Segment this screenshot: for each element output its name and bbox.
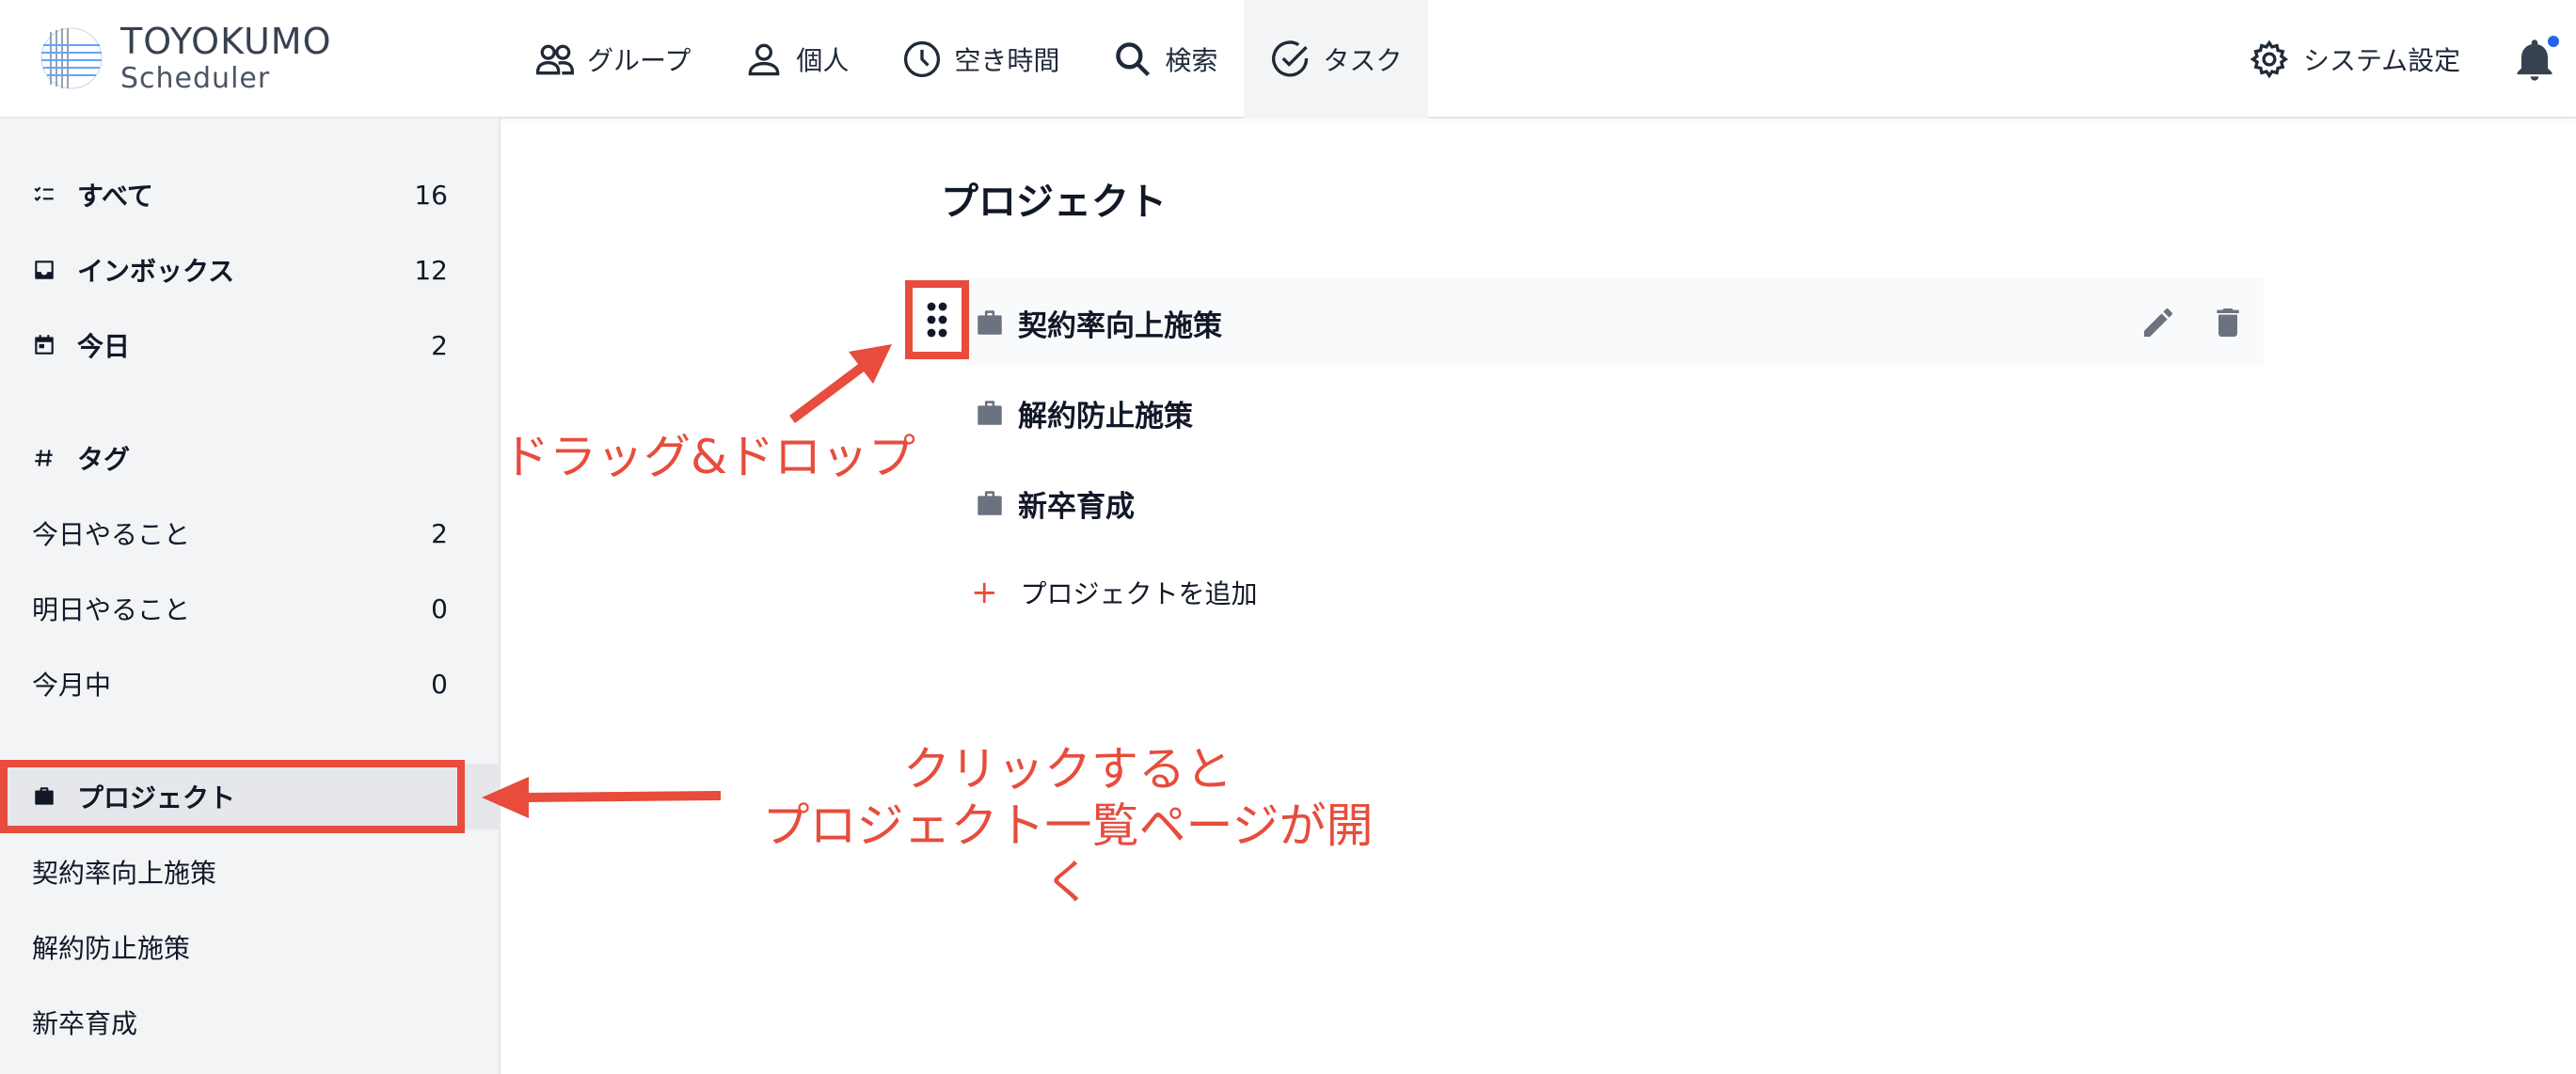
sidebar-tag-this-month-label: 今月中 [32, 670, 112, 701]
notification-dot [2548, 36, 2559, 47]
sidebar-item-inbox-count: 12 [414, 254, 448, 286]
sidebar-item-today[interactable]: 今日 2 [0, 312, 501, 378]
project-name: 解約防止施策 [1018, 399, 1193, 434]
annotation-highlight-box [0, 760, 465, 833]
group-icon [536, 44, 574, 75]
sidebar-project-label: 契約率向上施策 [32, 858, 217, 889]
nav-tasks-label: タスク [1323, 45, 1403, 76]
sidebar-project-label: 解約防止施策 [32, 933, 191, 964]
main-nav: グループ 個人 空き時間 検索 タスク [508, 0, 1429, 118]
sidebar-item-inbox-label: インボックス [77, 256, 235, 287]
inbox-icon [32, 258, 56, 282]
hash-icon [32, 446, 56, 470]
checklist-icon [32, 182, 56, 207]
app-header: TOYOKUMO Scheduler グループ 個人 空き時間 検索 タスク シ… [0, 0, 2576, 118]
nav-group-label: グループ [587, 45, 692, 76]
add-project-button[interactable]: + プロジェクトを追加 [971, 574, 1258, 611]
sidebar-item-inbox[interactable]: インボックス 12 [0, 237, 501, 303]
calendar-icon [32, 333, 56, 357]
logo-title: TOYOKUMO [120, 21, 332, 62]
drag-handle[interactable] [905, 280, 969, 359]
annotation-click-line2: プロジェクト一覧ページが開く [762, 798, 1374, 909]
sidebar-item-all-count: 16 [414, 179, 448, 211]
delete-icon[interactable] [2209, 304, 2247, 341]
sidebar-tag-today-label: 今日やること [32, 519, 191, 550]
notifications-button[interactable] [2510, 34, 2559, 87]
sidebar-tags-header[interactable]: タグ [0, 425, 501, 491]
project-name: 契約率向上施策 [1018, 308, 1222, 343]
nav-personal[interactable]: 個人 [717, 0, 875, 118]
arrow-to-projects-item [482, 777, 722, 818]
nav-search-label: 検索 [1165, 45, 1218, 76]
logo-subtitle: Scheduler [120, 62, 271, 95]
sidebar-tag-tomorrow[interactable]: 明日やること 0 [0, 576, 501, 641]
logo-mark-icon [40, 27, 103, 89]
annotation-click-line1: クリックすると [903, 742, 1232, 797]
system-settings-button[interactable]: システム設定 [2249, 0, 2460, 118]
briefcase-icon [978, 491, 1002, 515]
sidebar: すべて 16 インボックス 12 今日 2 タグ 今日やること 2 明日やること… [0, 118, 501, 1074]
sidebar-project-label: 新卒育成 [32, 1008, 138, 1039]
sidebar-tags-label: タグ [77, 444, 131, 475]
gear-icon [2250, 39, 2289, 79]
clock-icon [904, 40, 941, 78]
sidebar-item-all-label: すべて [77, 181, 153, 212]
project-row[interactable]: 新卒育成 [965, 459, 2264, 547]
nav-tasks[interactable]: タスク [1244, 0, 1429, 118]
sidebar-tag-this-month[interactable]: 今月中 0 [0, 651, 501, 717]
sidebar-item-all[interactable]: すべて 16 [0, 162, 501, 228]
project-row[interactable]: 解約防止施策 [965, 369, 2264, 457]
drag-dots-icon [927, 302, 947, 338]
plus-icon: + [971, 574, 998, 611]
edit-icon[interactable] [2139, 304, 2177, 341]
nav-personal-label: 個人 [796, 45, 850, 76]
sidebar-tag-tomorrow-count: 0 [431, 592, 448, 624]
nav-free-time[interactable]: 空き時間 [875, 0, 1086, 118]
nav-search[interactable]: 検索 [1086, 0, 1244, 118]
briefcase-icon [978, 401, 1002, 425]
sidebar-tag-tomorrow-label: 明日やること [32, 594, 191, 625]
page-title: プロジェクト [941, 181, 1167, 224]
project-name: 新卒育成 [1018, 489, 1135, 524]
sidebar-project-item[interactable]: 新卒育成 [0, 989, 501, 1055]
add-project-label: プロジェクトを追加 [1020, 578, 1258, 609]
search-icon [1116, 42, 1151, 77]
app-logo[interactable]: TOYOKUMO Scheduler [38, 21, 358, 96]
system-settings-label: システム設定 [2303, 45, 2461, 76]
briefcase-icon [978, 310, 1002, 335]
sidebar-project-item[interactable]: 契約率向上施策 [0, 839, 501, 905]
arrow-to-drag-handle [789, 344, 892, 423]
nav-free-time-label: 空き時間 [954, 45, 1060, 76]
sidebar-tag-this-month-count: 0 [431, 668, 448, 700]
nav-group[interactable]: グループ [508, 0, 717, 118]
check-circle-icon [1272, 40, 1309, 77]
sidebar-item-today-count: 2 [431, 329, 448, 361]
sidebar-project-item[interactable]: 解約防止施策 [0, 914, 501, 980]
sidebar-tag-today[interactable]: 今日やること 2 [0, 500, 501, 566]
project-row[interactable]: 契約率向上施策 [965, 278, 2264, 367]
annotation-click-note: クリックすると プロジェクト一覧ページが開く [743, 741, 1392, 910]
sidebar-item-today-label: 今日 [77, 331, 131, 362]
person-icon [749, 43, 780, 76]
sidebar-tag-today-count: 2 [431, 517, 448, 549]
annotation-drag-drop: ドラッグ&ドロップ [502, 430, 915, 484]
